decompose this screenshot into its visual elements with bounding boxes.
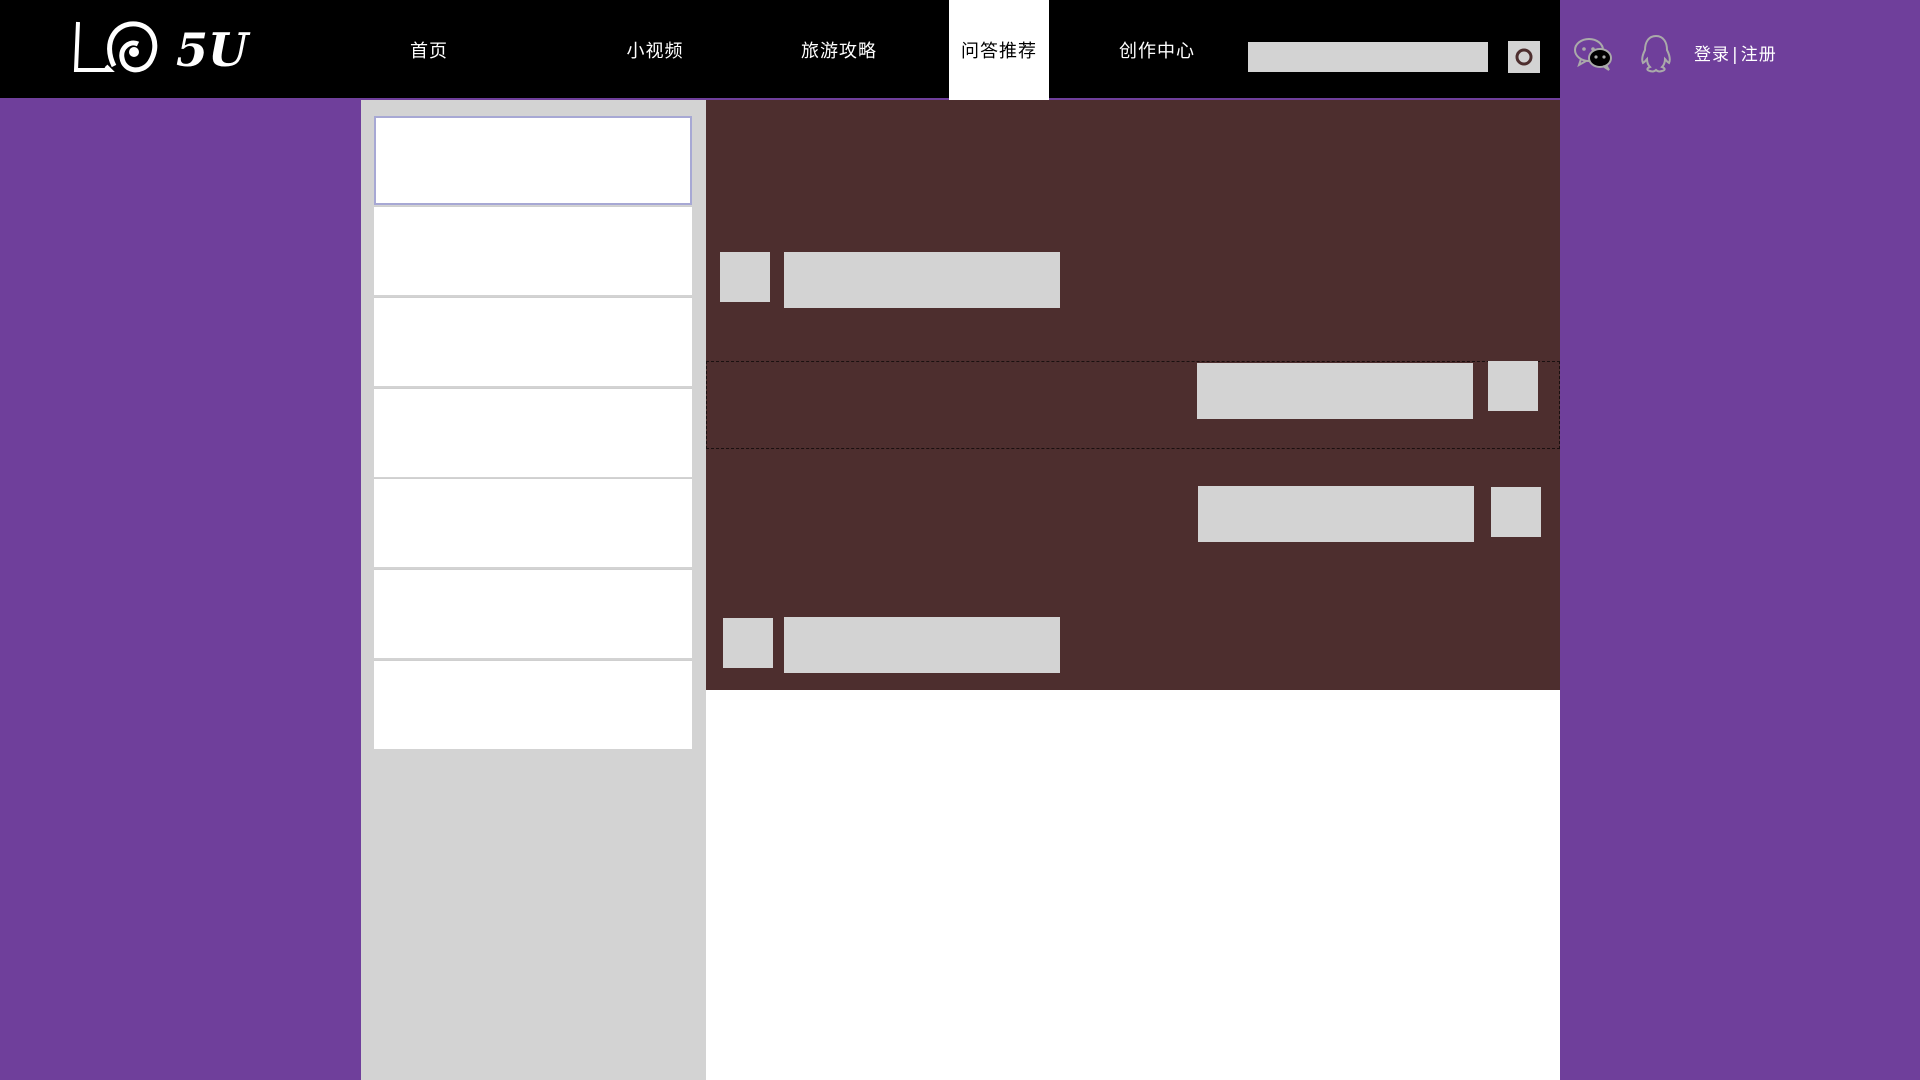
avatar-placeholder: [720, 252, 770, 302]
nav-creator-center[interactable]: 创作中心: [1114, 0, 1200, 100]
wechat-icon[interactable]: [1572, 32, 1616, 76]
message-bubble-placeholder[interactable]: [784, 617, 1060, 673]
nav-home[interactable]: 首页: [392, 0, 466, 100]
auth-separator: |: [1732, 45, 1739, 65]
message-bubble-placeholder[interactable]: [1198, 486, 1474, 542]
sidebar-item[interactable]: [374, 116, 692, 205]
avatar-placeholder: [723, 618, 773, 668]
sidebar-item[interactable]: [374, 478, 692, 567]
message-bubble-placeholder[interactable]: [1197, 363, 1473, 419]
sidebar: [361, 100, 706, 1080]
qq-icon[interactable]: [1634, 32, 1678, 76]
sidebar-item[interactable]: [374, 660, 692, 749]
site-logo[interactable]: 5U: [72, 12, 262, 82]
register-link[interactable]: 注册: [1741, 45, 1777, 65]
nav-qa-recommend[interactable]: 问答推荐: [949, 0, 1049, 100]
top-header: 5U 首页 小视频 旅游攻略 问答推荐 创作中心 登录 | 注册: [0, 0, 1776, 100]
message-bubble-placeholder[interactable]: [784, 252, 1060, 308]
auth-links: 登录 | 注册: [1694, 40, 1777, 65]
nav-travel-guide[interactable]: 旅游攻略: [796, 0, 882, 100]
search-input[interactable]: [1248, 42, 1488, 72]
sidebar-item[interactable]: [374, 388, 692, 477]
login-link[interactable]: 登录: [1694, 45, 1730, 65]
search-icon: [1515, 48, 1533, 66]
search-button[interactable]: [1508, 41, 1540, 73]
svg-text:5U: 5U: [176, 23, 251, 77]
sidebar-item[interactable]: [374, 569, 692, 658]
avatar-placeholder: [1491, 487, 1541, 537]
sidebar-item[interactable]: [374, 206, 692, 295]
nav-short-video[interactable]: 小视频: [612, 0, 698, 100]
sidebar-item[interactable]: [374, 297, 692, 386]
avatar-placeholder: [1488, 361, 1538, 411]
